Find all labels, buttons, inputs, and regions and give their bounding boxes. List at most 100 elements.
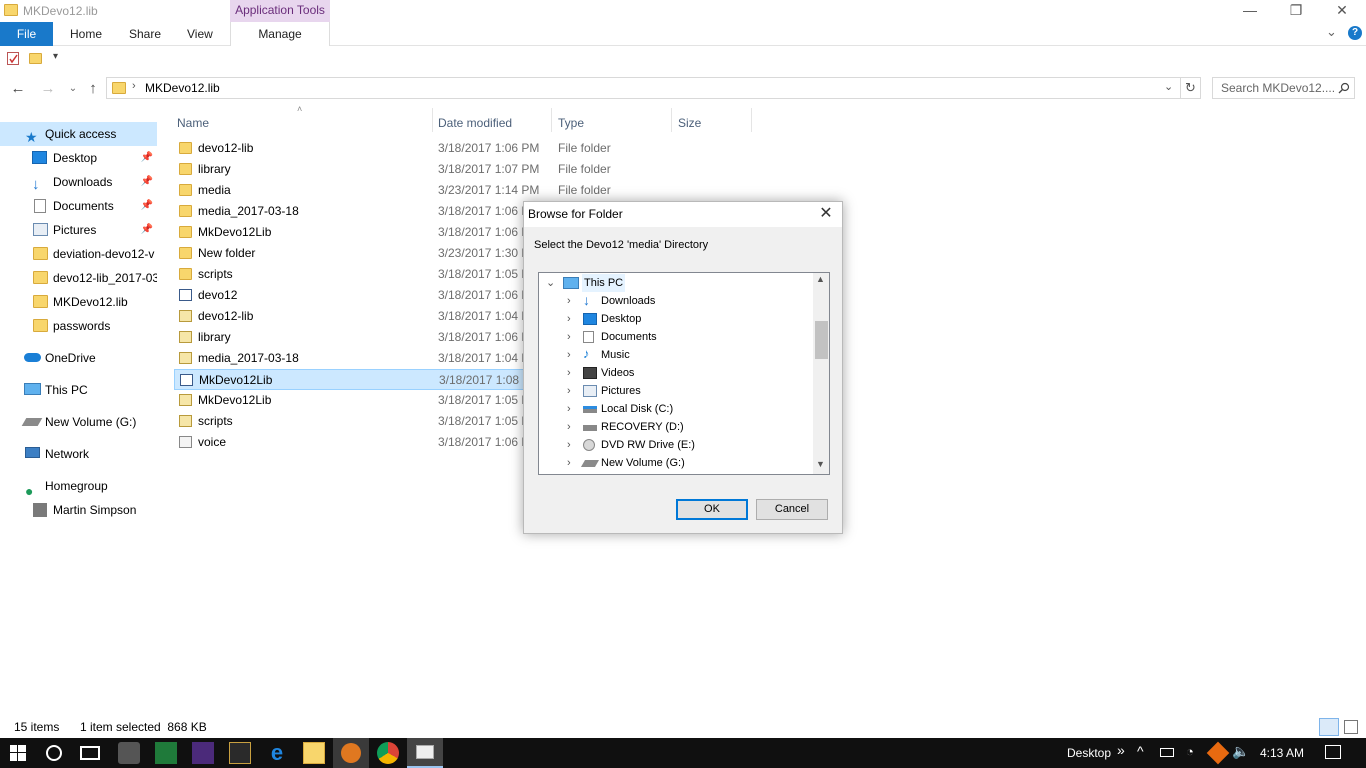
chevron-right-icon[interactable]: › <box>567 436 571 454</box>
up-button[interactable]: ↑ <box>82 78 104 100</box>
tab-manage[interactable]: Manage <box>230 22 330 46</box>
properties-icon[interactable] <box>7 52 19 65</box>
sidebar-item-devo12-lib[interactable]: devo12-lib_2017-03 <box>0 266 157 290</box>
close-button[interactable]: ✕ <box>1319 0 1365 22</box>
sidebar-item-this-pc[interactable]: This PC <box>0 378 157 402</box>
file-row[interactable]: media 3/23/2017 1:14 PM File folder <box>174 180 699 201</box>
chevron-right-icon[interactable]: › <box>567 418 571 436</box>
sidebar-item-pictures[interactable]: Pictures 📌 <box>0 218 157 242</box>
paint-icon[interactable] <box>118 742 140 764</box>
large-icons-view-icon[interactable] <box>1344 720 1358 734</box>
chevron-right-icon[interactable]: › <box>567 364 571 382</box>
search-icon[interactable] <box>46 745 62 761</box>
tree-scrollbar[interactable]: ▲ ▼ <box>813 273 829 474</box>
scroll-up-icon[interactable]: ▲ <box>816 274 825 284</box>
details-view-icon[interactable] <box>1319 718 1339 736</box>
address-bar[interactable]: › MKDevo12.lib ⌄ <box>106 77 1201 99</box>
scroll-thumb[interactable] <box>815 321 828 359</box>
tree-item-dvd-e[interactable]: › DVD RW Drive (E:) <box>539 436 813 454</box>
chevron-right-icon[interactable]: › <box>567 346 571 364</box>
tree-item-recovery-d[interactable]: › RECOVERY (D:) <box>539 418 813 436</box>
close-icon[interactable]: ✕ <box>813 205 839 225</box>
tab-view[interactable]: View <box>175 22 225 46</box>
search-input[interactable]: Search MKDevo12.... <box>1212 77 1355 99</box>
action-center-icon[interactable] <box>1325 745 1341 759</box>
refresh-icon[interactable]: ↻ <box>1180 77 1201 99</box>
chevron-down-icon[interactable]: ⌄ <box>546 274 555 292</box>
sidebar-item-new-volume[interactable]: New Volume (G:) <box>0 410 157 434</box>
ok-button[interactable]: OK <box>676 499 748 520</box>
tree-item-pictures[interactable]: › Pictures <box>539 382 813 400</box>
sidebar-item-network[interactable]: Network <box>0 442 157 466</box>
column-divider[interactable] <box>432 108 433 132</box>
chrome-icon[interactable] <box>377 742 399 764</box>
chevron-right-icon[interactable]: › <box>567 382 571 400</box>
column-divider[interactable] <box>751 108 752 132</box>
tree-item-downloads[interactable]: › ↓ Downloads <box>539 292 813 310</box>
sidebar-item-downloads[interactable]: ↓ Downloads 📌 <box>0 170 157 194</box>
pin-icon[interactable]: 📌 <box>141 170 153 194</box>
pin-icon[interactable]: 📌 <box>141 146 153 170</box>
chevron-right-icon[interactable]: › <box>567 454 571 472</box>
column-header-size[interactable]: Size <box>678 112 701 134</box>
breadcrumb[interactable]: MKDevo12.lib <box>145 81 220 95</box>
taskbar-active-app[interactable] <box>407 738 443 768</box>
column-header-type[interactable]: Type <box>558 112 584 134</box>
tree-item-documents[interactable]: › Documents <box>539 328 813 346</box>
app-icon[interactable] <box>229 742 251 764</box>
customize-toolbar-icon[interactable]: ▾ <box>53 51 58 62</box>
pin-icon[interactable]: 📌 <box>141 218 153 242</box>
folder-tree[interactable]: ⌄ This PC › ↓ Downloads › Desktop › Document… <box>538 272 830 475</box>
sidebar-item-desktop[interactable]: Desktop 📌 <box>0 146 157 170</box>
clock[interactable]: 4:13 AM <box>1260 746 1304 760</box>
new-folder-icon[interactable] <box>29 53 42 64</box>
tree-item-music[interactable]: › ♪ Music <box>539 346 813 364</box>
recent-locations-icon[interactable]: ⌄ <box>62 78 84 100</box>
chevron-right-icon[interactable]: › <box>567 400 571 418</box>
sidebar-item-mkdevo12-lib[interactable]: MKDevo12.lib <box>0 290 157 314</box>
column-divider[interactable] <box>671 108 672 132</box>
address-dropdown-icon[interactable]: ⌄ <box>1164 80 1173 93</box>
file-explorer-icon[interactable] <box>303 742 325 764</box>
column-header-date[interactable]: Date modified <box>438 112 512 134</box>
windows-start-icon[interactable] <box>10 745 26 761</box>
column-header-name[interactable]: Name <box>177 112 209 134</box>
expand-ribbon-icon[interactable]: ⌄ <box>1326 24 1337 40</box>
column-divider[interactable] <box>551 108 552 132</box>
forward-button[interactable]: → <box>37 78 59 100</box>
desktop-toolbar-label[interactable]: Desktop <box>1067 746 1111 760</box>
sidebar-item-deviation-devo12[interactable]: deviation-devo12-v <box>0 242 157 266</box>
tree-item-new-volume-g[interactable]: › New Volume (G:) <box>539 454 813 472</box>
sidebar-item-passwords[interactable]: passwords <box>0 314 157 338</box>
battery-icon[interactable] <box>1160 748 1174 757</box>
sidebar-item-quick-access[interactable]: ★ Quick access <box>0 122 157 146</box>
wifi-icon[interactable]: ◔ <box>1186 744 1194 759</box>
restore-button[interactable]: ❐ <box>1273 0 1319 22</box>
sidebar-item-homegroup[interactable]: ● Homegroup <box>0 474 157 498</box>
sidebar-item-user[interactable]: Martin Simpson <box>0 498 157 522</box>
excel-icon[interactable] <box>155 742 177 764</box>
tab-share[interactable]: Share <box>117 22 173 46</box>
chevron-right-icon[interactable]: › <box>567 328 571 346</box>
sidebar-item-onedrive[interactable]: OneDrive <box>0 346 157 370</box>
cancel-button[interactable]: Cancel <box>756 499 828 520</box>
volume-icon[interactable]: 🔈 <box>1232 743 1249 760</box>
back-button[interactable]: ← <box>7 78 29 100</box>
minimize-button[interactable]: — <box>1227 0 1273 22</box>
file-row[interactable]: devo12-lib 3/18/2017 1:06 PM File folder <box>174 138 699 159</box>
chevron-right-icon[interactable]: › <box>567 292 571 310</box>
taskbar-active-app[interactable] <box>333 738 369 768</box>
edge-icon[interactable]: e <box>266 742 288 764</box>
tree-item-videos[interactable]: › Videos <box>539 364 813 382</box>
app-icon[interactable] <box>192 742 214 764</box>
tree-item-desktop[interactable]: › Desktop <box>539 310 813 328</box>
breadcrumb-chevron-icon[interactable]: › <box>132 80 136 92</box>
task-view-icon[interactable] <box>80 746 100 760</box>
tab-file[interactable]: File <box>0 22 53 46</box>
pin-icon[interactable]: 📌 <box>141 194 153 218</box>
tab-home[interactable]: Home <box>58 22 114 46</box>
file-row[interactable]: library 3/18/2017 1:07 PM File folder <box>174 159 699 180</box>
toolbar-overflow-icon[interactable]: » <box>1117 742 1125 758</box>
show-hidden-icons-icon[interactable]: ^ <box>1137 743 1144 759</box>
chevron-right-icon[interactable]: › <box>567 310 571 328</box>
